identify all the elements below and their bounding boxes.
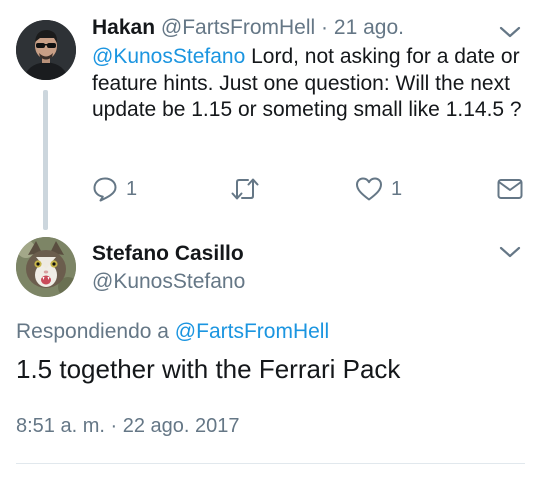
avatar-stefano-image [16,237,76,297]
like-icon [356,177,382,201]
avatar-hakan-image [16,20,76,80]
reply-button[interactable]: 1 [92,176,137,202]
message-icon [497,179,523,199]
tweet2-text: 1.5 together with the Ferrari Pack [16,354,401,384]
like-count: 1 [391,177,403,200]
chevron-down-icon[interactable] [498,240,522,269]
tweet1-header: Hakan @FartsFromHell · 21 ago. [92,15,404,41]
tweet1-date[interactable]: 21 ago. [334,16,404,39]
avatar-hakan[interactable] [16,20,76,80]
tweet1-mention-link[interactable]: @KunosStefano [92,45,245,68]
divider [16,463,525,464]
like-button[interactable]: 1 [355,176,402,202]
direct-message-button[interactable] [496,176,524,202]
tweet2-author-name[interactable]: Stefano Casillo [92,241,244,267]
replying-to-label: Respondiendo a [16,320,175,343]
reply-icon [93,177,117,202]
retweet-button[interactable] [230,176,268,202]
tweet2-timestamp[interactable]: 8:51 a. m. · 22 ago. 2017 [16,413,240,439]
tweet1-separator: · [321,16,329,39]
tweet1-author-handle[interactable]: @FartsFromHell [161,16,315,39]
tweet1-actions: 1 1 [92,176,532,206]
tweet2-author-handle[interactable]: @KunosStefano [92,269,245,295]
tweet1-author-name[interactable]: Hakan [92,16,155,39]
reply-count: 1 [126,177,138,200]
replying-to-mention-link[interactable]: @FartsFromHell [175,320,329,343]
avatar-stefano[interactable] [16,237,76,297]
tweet1-text: @KunosStefano Lord, not asking for a dat… [92,44,532,124]
thread-connector-line [43,90,48,230]
retweet-icon [231,178,259,200]
replying-to-line: Respondiendo a @FartsFromHell [16,319,329,345]
